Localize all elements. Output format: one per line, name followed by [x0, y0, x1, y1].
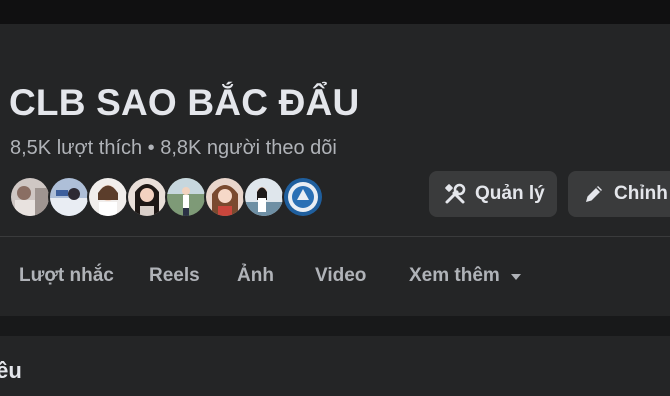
tools-icon — [443, 182, 467, 206]
tab-reels[interactable]: Reels — [149, 265, 200, 287]
follower-avatar[interactable] — [243, 176, 285, 218]
tab-mentions[interactable]: Lượt nhắc — [19, 265, 114, 287]
tab-more[interactable]: Xem thêm — [409, 265, 522, 287]
page-stats[interactable]: 8,5K lượt thích • 8,8K người theo dõi — [10, 137, 337, 160]
follower-avatar[interactable] — [87, 176, 129, 218]
intro-title: iêu — [0, 358, 22, 383]
tab-videos[interactable]: Video — [315, 265, 366, 287]
page-title: CLB SAO BẮC ĐẨU — [9, 82, 360, 123]
edit-button[interactable]: Chỉnh — [568, 171, 670, 217]
edit-button-label: Chỉnh — [614, 183, 668, 204]
follower-avatar[interactable] — [165, 176, 207, 218]
top-bar — [0, 0, 670, 24]
intro-card: iêu — [0, 336, 670, 396]
tab-more-label: Xem thêm — [409, 265, 500, 287]
pencil-icon — [582, 182, 606, 206]
caret-down-icon — [510, 265, 522, 287]
follower-avatar[interactable] — [9, 176, 51, 218]
tab-photos[interactable]: Ảnh — [237, 265, 274, 287]
manage-button-label: Quản lý — [475, 183, 545, 204]
page-header: CLB SAO BẮC ĐẨU 8,5K lượt thích • 8,8K n… — [0, 24, 670, 236]
manage-button[interactable]: Quản lý — [429, 171, 557, 217]
follower-avatar[interactable] — [48, 176, 90, 218]
page-tabs: Lượt nhắc Reels Ảnh Video Xem thêm — [0, 237, 670, 316]
follower-avatar[interactable] — [204, 176, 246, 218]
follower-avatar[interactable] — [126, 176, 168, 218]
follower-avatar[interactable] — [282, 176, 324, 218]
